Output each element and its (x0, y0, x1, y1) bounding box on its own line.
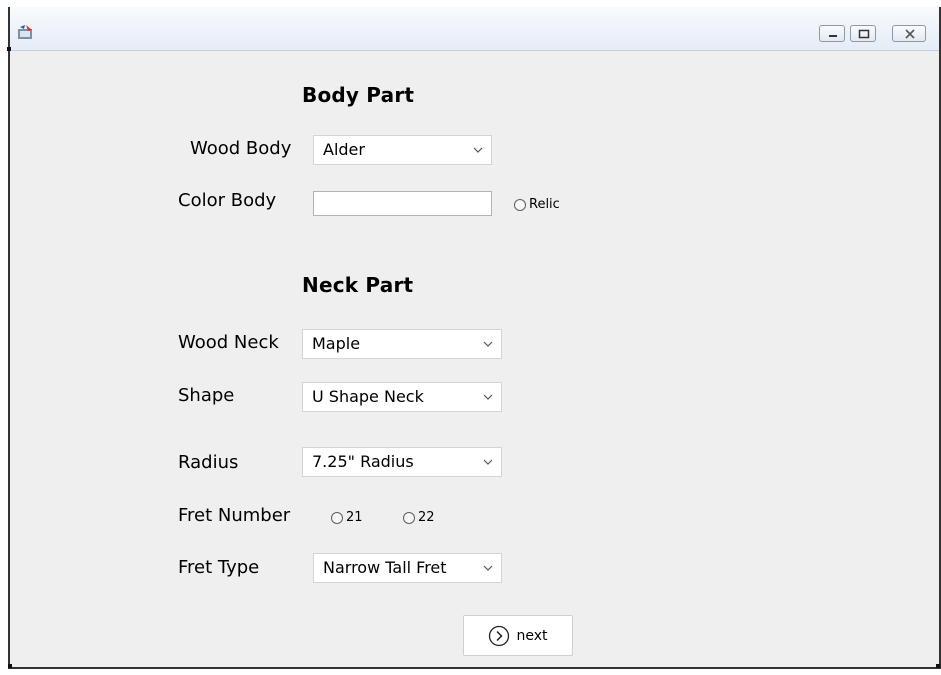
neck-part-title: Neck Part (302, 273, 414, 297)
relic-radio[interactable]: Relic (514, 197, 560, 212)
chevron-down-icon (483, 565, 493, 571)
app-window: Body Part Wood Body Alder Color Body Rel… (7, 7, 941, 669)
wood-body-select[interactable]: Alder (313, 135, 492, 165)
fret-number-label: Fret Number (178, 505, 291, 526)
close-button[interactable] (892, 25, 926, 42)
color-body-input[interactable] (313, 191, 492, 216)
wood-neck-value: Maple (312, 334, 361, 353)
radius-value: 7.25" Radius (312, 452, 414, 471)
wood-neck-label: Wood Neck (178, 332, 279, 353)
fret-21-radio[interactable]: 21 (331, 510, 363, 525)
next-label: next (516, 627, 548, 644)
chevron-right-circle-icon (489, 625, 510, 646)
resize-corner (7, 47, 11, 51)
chevron-down-icon (483, 394, 493, 400)
fret-22-label: 22 (418, 510, 435, 525)
radio-circle-icon (403, 511, 415, 524)
radius-label: Radius (178, 452, 239, 473)
chevron-down-icon (483, 459, 493, 465)
fret-type-select[interactable]: Narrow Tall Fret (313, 553, 502, 583)
resize-corner (936, 664, 940, 668)
chevron-down-icon (483, 341, 493, 347)
fret-22-radio[interactable]: 22 (403, 510, 435, 525)
color-body-label: Color Body (178, 190, 277, 211)
relic-label: Relic (529, 197, 560, 212)
title-bar (10, 7, 939, 51)
shape-label: Shape (178, 385, 235, 406)
fret-type-label: Fret Type (178, 557, 260, 578)
close-icon (905, 29, 915, 39)
maximize-button[interactable] (850, 25, 876, 42)
next-button[interactable]: next (463, 615, 573, 656)
radio-circle-icon (514, 198, 526, 211)
chevron-down-icon (473, 147, 483, 153)
radius-select[interactable]: 7.25" Radius (302, 447, 502, 477)
wood-body-label: Wood Body (190, 138, 292, 159)
wood-body-value: Alder (323, 140, 365, 159)
maximize-icon (858, 29, 870, 39)
wood-neck-select[interactable]: Maple (302, 329, 502, 359)
fret-type-value: Narrow Tall Fret (323, 558, 447, 577)
radio-circle-icon (331, 511, 343, 524)
minimize-icon (829, 35, 837, 37)
java-app-icon (18, 25, 32, 39)
shape-select[interactable]: U Shape Neck (302, 382, 502, 412)
shape-value: U Shape Neck (312, 387, 424, 406)
minimize-button[interactable] (819, 25, 845, 42)
body-part-title: Body Part (302, 83, 415, 107)
resize-corner (8, 664, 12, 668)
fret-21-label: 21 (346, 510, 363, 525)
